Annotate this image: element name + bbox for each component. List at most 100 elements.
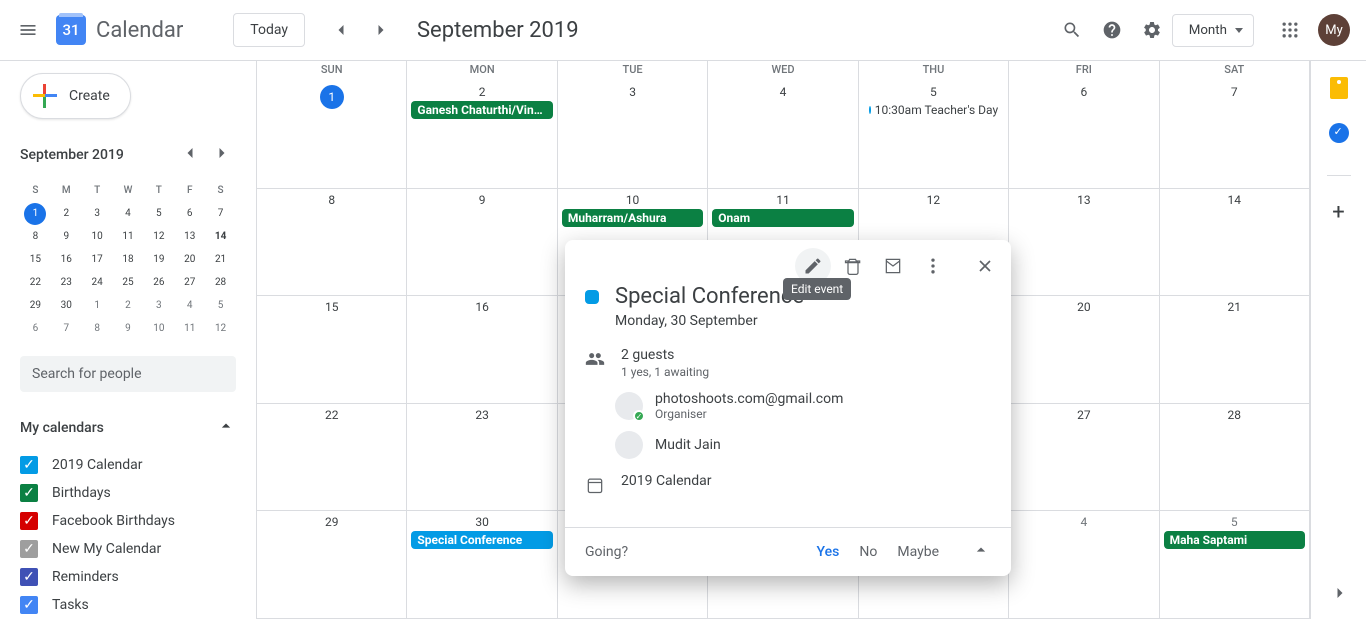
- keep-icon[interactable]: [1330, 77, 1348, 99]
- day-cell[interactable]: 3: [558, 81, 708, 189]
- email-guests-button[interactable]: [875, 248, 911, 284]
- day-cell[interactable]: 7: [1160, 81, 1310, 189]
- mini-day[interactable]: 1: [24, 203, 46, 225]
- mini-day[interactable]: 10: [143, 317, 174, 340]
- main-menu-button[interactable]: [8, 10, 48, 50]
- settings-icon[interactable]: [1132, 10, 1172, 50]
- mini-day[interactable]: 15: [20, 248, 51, 271]
- mini-day[interactable]: 9: [113, 317, 144, 340]
- add-addon-button[interactable]: +: [1332, 200, 1344, 225]
- mini-day[interactable]: 4: [174, 294, 205, 317]
- hide-panel-button[interactable]: [1326, 579, 1354, 607]
- mini-day[interactable]: 9: [51, 225, 82, 248]
- create-button[interactable]: Create: [20, 73, 131, 119]
- day-cell[interactable]: 6: [1009, 81, 1159, 189]
- day-cell[interactable]: 20: [1009, 296, 1159, 404]
- account-avatar[interactable]: My: [1318, 14, 1350, 46]
- mini-day[interactable]: 8: [82, 317, 113, 340]
- mini-day[interactable]: 21: [205, 248, 236, 271]
- mini-day[interactable]: 2: [51, 202, 82, 225]
- options-button[interactable]: [915, 248, 951, 284]
- day-cell[interactable]: 15: [257, 296, 407, 404]
- mini-day[interactable]: 27: [174, 271, 205, 294]
- event-chip[interactable]: Onam: [712, 209, 853, 227]
- mini-day[interactable]: 16: [51, 248, 82, 271]
- mini-day[interactable]: 25: [113, 271, 144, 294]
- mini-day[interactable]: 30: [51, 294, 82, 317]
- day-cell[interactable]: 16: [407, 296, 557, 404]
- mini-day[interactable]: 14: [205, 225, 236, 248]
- day-cell[interactable]: 5Maha Saptami: [1160, 511, 1310, 619]
- calendar-toggle[interactable]: ✓New My Calendar: [20, 540, 236, 558]
- mini-day[interactable]: 5: [143, 202, 174, 225]
- close-popup-button[interactable]: [967, 248, 1003, 284]
- view-selector[interactable]: Month: [1172, 14, 1254, 47]
- day-cell[interactable]: 27: [1009, 404, 1159, 512]
- mini-day[interactable]: 3: [82, 202, 113, 225]
- mini-day[interactable]: 12: [205, 317, 236, 340]
- rsvp-no[interactable]: No: [859, 544, 877, 560]
- mini-day[interactable]: 10: [82, 225, 113, 248]
- mini-day[interactable]: 20: [174, 248, 205, 271]
- mini-prev-button[interactable]: [176, 139, 204, 171]
- day-cell[interactable]: 510:30am Teacher's Day: [859, 81, 1009, 189]
- day-cell[interactable]: 1: [257, 81, 407, 189]
- mini-day[interactable]: 7: [205, 202, 236, 225]
- day-cell[interactable]: 9: [407, 189, 557, 297]
- calendar-toggle[interactable]: ✓Tasks: [20, 596, 236, 614]
- day-cell[interactable]: 8: [257, 189, 407, 297]
- mini-day[interactable]: 24: [82, 271, 113, 294]
- event-chip[interactable]: Maha Saptami: [1164, 531, 1305, 549]
- mini-next-button[interactable]: [208, 139, 236, 171]
- rsvp-maybe[interactable]: Maybe: [897, 544, 939, 560]
- mini-day[interactable]: 3: [143, 294, 174, 317]
- search-people-input[interactable]: Search for people: [20, 356, 236, 392]
- mini-day[interactable]: 1: [82, 294, 113, 317]
- mini-calendar[interactable]: SMTWTFS123456789101112131415161718192021…: [20, 179, 236, 340]
- mini-day[interactable]: 29: [20, 294, 51, 317]
- mini-day[interactable]: 18: [113, 248, 144, 271]
- rsvp-yes[interactable]: Yes: [817, 544, 840, 560]
- search-icon[interactable]: [1052, 10, 1092, 50]
- calendar-toggle[interactable]: ✓Birthdays: [20, 484, 236, 502]
- apps-icon[interactable]: [1270, 10, 1310, 50]
- today-button[interactable]: Today: [233, 13, 305, 47]
- mini-day[interactable]: 17: [82, 248, 113, 271]
- day-cell[interactable]: 29: [257, 511, 407, 619]
- mini-day[interactable]: 19: [143, 248, 174, 271]
- calendar-toggle[interactable]: ✓Facebook Birthdays: [20, 512, 236, 530]
- prev-month-button[interactable]: [321, 10, 361, 50]
- day-cell[interactable]: 23: [407, 404, 557, 512]
- calendar-toggle[interactable]: ✓2019 Calendar: [20, 456, 236, 474]
- mini-day[interactable]: 4: [113, 202, 144, 225]
- event-chip[interactable]: Special Conference: [411, 531, 552, 549]
- mini-day[interactable]: 12: [143, 225, 174, 248]
- my-calendars-toggle[interactable]: My calendars: [20, 408, 236, 448]
- calendar-toggle[interactable]: ✓Reminders: [20, 568, 236, 586]
- next-month-button[interactable]: [361, 10, 401, 50]
- mini-day[interactable]: 23: [51, 271, 82, 294]
- mini-day[interactable]: 13: [174, 225, 205, 248]
- support-icon[interactable]: [1092, 10, 1132, 50]
- event-chip[interactable]: Ganesh Chaturthi/Vinayaka: [411, 101, 552, 119]
- tasks-icon[interactable]: [1329, 123, 1349, 143]
- mini-day[interactable]: 5: [205, 294, 236, 317]
- mini-day[interactable]: 7: [51, 317, 82, 340]
- event-chip[interactable]: 10:30am Teacher's Day: [863, 101, 1004, 119]
- day-cell[interactable]: 28: [1160, 404, 1310, 512]
- day-cell[interactable]: 13: [1009, 189, 1159, 297]
- mini-day[interactable]: 28: [205, 271, 236, 294]
- day-cell[interactable]: 4: [708, 81, 858, 189]
- mini-day[interactable]: 26: [143, 271, 174, 294]
- mini-day[interactable]: 8: [20, 225, 51, 248]
- mini-day[interactable]: 6: [174, 202, 205, 225]
- mini-day[interactable]: 22: [20, 271, 51, 294]
- mini-day[interactable]: 11: [113, 225, 144, 248]
- mini-day[interactable]: 11: [174, 317, 205, 340]
- day-cell[interactable]: 21: [1160, 296, 1310, 404]
- day-cell[interactable]: 4: [1009, 511, 1159, 619]
- day-cell[interactable]: 30Special Conference: [407, 511, 557, 619]
- day-cell[interactable]: 2Ganesh Chaturthi/Vinayaka: [407, 81, 557, 189]
- mini-day[interactable]: 6: [20, 317, 51, 340]
- day-cell[interactable]: 14: [1160, 189, 1310, 297]
